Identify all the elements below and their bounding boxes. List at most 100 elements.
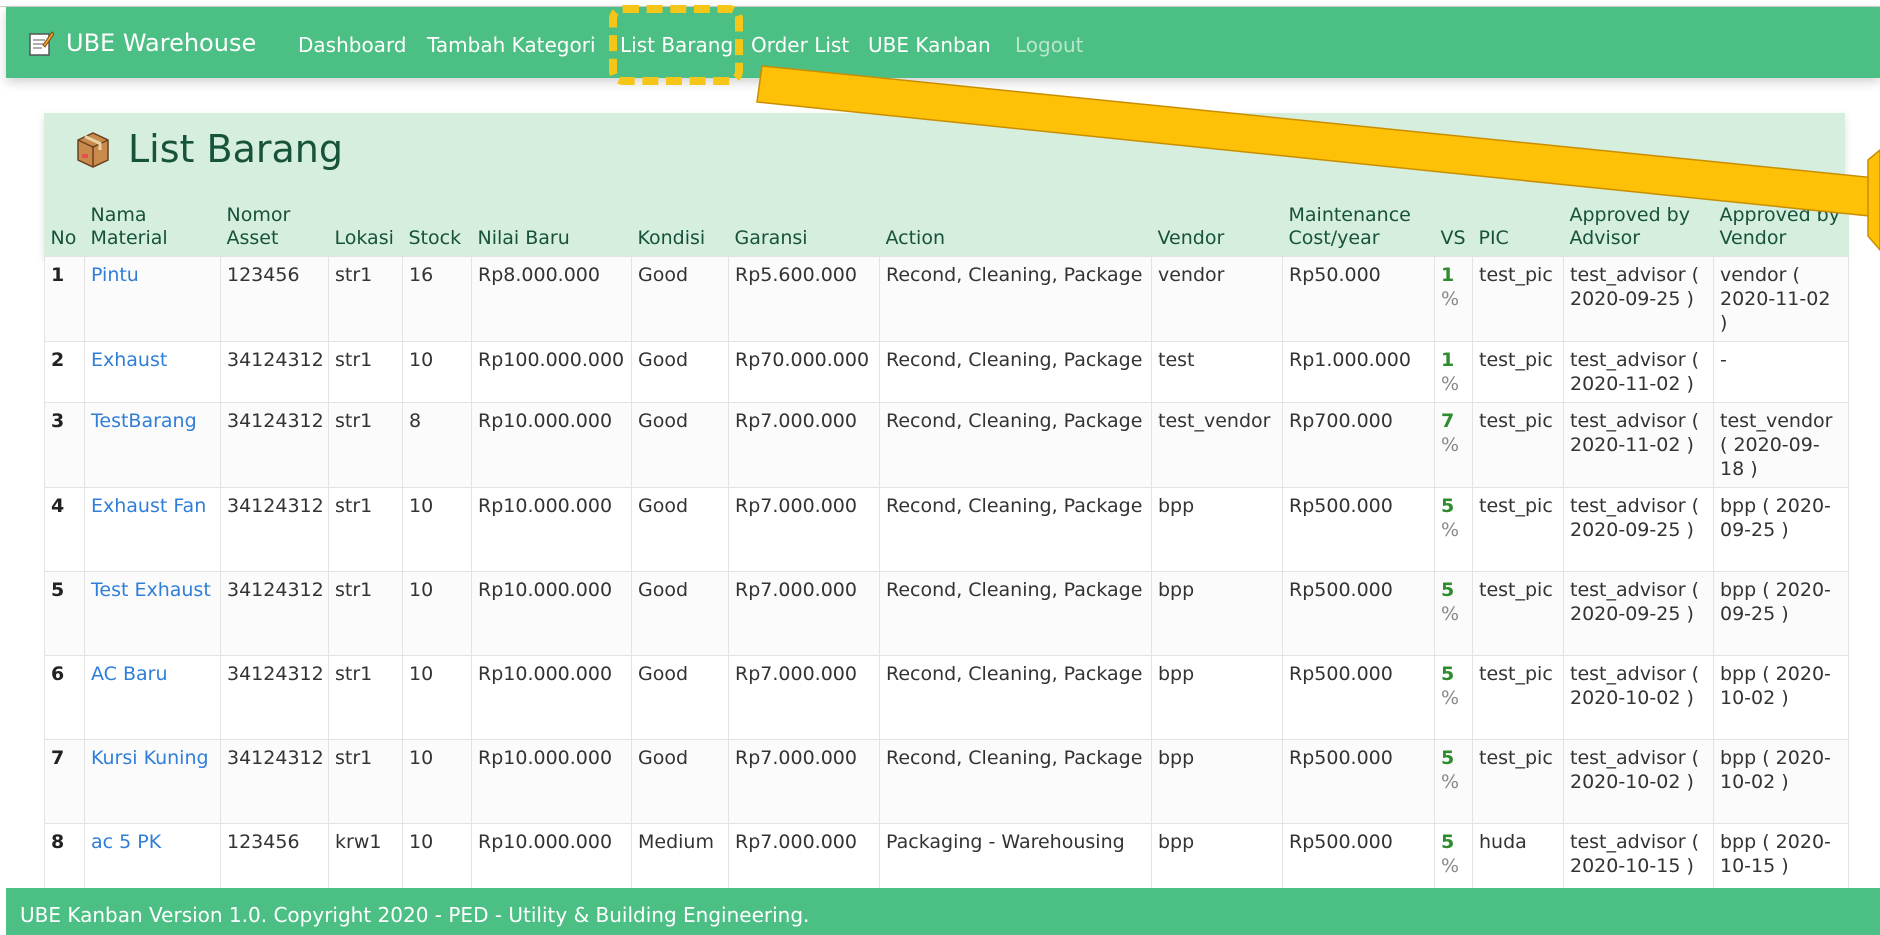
package-icon	[72, 128, 114, 170]
cell-action: Recond, Cleaning, Package	[879, 739, 1152, 824]
cell-vendor: test_vendor	[1151, 402, 1283, 488]
nav-order-list[interactable]: Order List	[751, 33, 849, 57]
cell-garansi: Rp7.000.000	[728, 739, 880, 824]
cell-no: 4	[44, 487, 85, 572]
nav-list-barang[interactable]: List Barang	[620, 33, 733, 57]
material-link[interactable]: TestBarang	[91, 410, 197, 432]
cell-approved-advisor: test_advisor ( 2020-09-25 )	[1563, 571, 1714, 656]
cell-nilai: Rp8.000.000	[471, 256, 632, 342]
col-header-nama-material[interactable]: Nama Material	[84, 198, 221, 257]
vs-unit: %	[1441, 603, 1460, 625]
vs-unit: %	[1441, 373, 1460, 395]
nav-ube-kanban[interactable]: UBE Kanban	[868, 33, 991, 57]
cell-kondisi: Good	[631, 402, 729, 488]
vs-unit: %	[1441, 288, 1460, 310]
cell-action: Recond, Cleaning, Package	[879, 487, 1152, 572]
cell-approved-vendor: test_vendor ( 2020-09-18 )	[1713, 402, 1849, 488]
cell-approved-vendor: -	[1713, 341, 1849, 403]
cell-vs: 5%	[1434, 739, 1473, 824]
cell-garansi: Rp7.000.000	[728, 487, 880, 572]
material-link[interactable]: ac 5 PK	[91, 831, 161, 853]
brand[interactable]: UBE Warehouse	[28, 29, 256, 57]
cell-kondisi: Good	[631, 655, 729, 740]
nav-tambah-kategori[interactable]: Tambah Kategori	[427, 33, 596, 57]
cell-action: Recond, Cleaning, Package	[879, 402, 1152, 488]
cell-no: 7	[44, 739, 85, 824]
col-header-vendor[interactable]: Vendor	[1151, 198, 1283, 257]
vs-value: 5	[1441, 579, 1455, 601]
window-top-edge	[0, 0, 1880, 7]
cell-maintenance: Rp1.000.000	[1282, 341, 1435, 403]
cell-garansi: Rp7.000.000	[728, 655, 880, 740]
col-header-vs[interactable]: VS	[1434, 198, 1473, 257]
material-link[interactable]: Exhaust Fan	[91, 495, 206, 517]
table-header-row: No Nama Material Nomor Asset Lokasi Stoc…	[44, 198, 1849, 257]
cell-pic: test_pic	[1472, 739, 1564, 824]
col-header-kondisi[interactable]: Kondisi	[631, 198, 729, 257]
cell-lokasi: str1	[328, 571, 403, 656]
cell-approved-advisor: test_advisor ( 2020-09-25 )	[1563, 256, 1714, 342]
cell-no: 2	[44, 341, 85, 403]
cell-pic: test_pic	[1472, 341, 1564, 403]
cell-approved-vendor: vendor ( 2020-11-02 )	[1713, 256, 1849, 342]
vs-value: 7	[1441, 410, 1455, 432]
cell-vs: 5%	[1434, 487, 1473, 572]
memo-icon	[28, 29, 55, 57]
nav-logout[interactable]: Logout	[1015, 33, 1083, 57]
col-header-approved-advisor[interactable]: Approved by Advisor	[1563, 198, 1714, 257]
cell-nilai: Rp10.000.000	[471, 571, 632, 656]
col-header-action[interactable]: Action	[879, 198, 1152, 257]
cell-vs: 5%	[1434, 571, 1473, 656]
cell-approved-advisor: test_advisor ( 2020-09-25 )	[1563, 487, 1714, 572]
cell-vendor: vendor	[1151, 256, 1283, 342]
cell-no: 1	[44, 256, 85, 342]
cell-nilai: Rp10.000.000	[471, 655, 632, 740]
cell-kondisi: Good	[631, 341, 729, 403]
cell-lokasi: str1	[328, 487, 403, 572]
nav-dashboard[interactable]: Dashboard	[298, 33, 407, 57]
col-header-no[interactable]: No	[44, 198, 85, 257]
col-header-nilai-baru[interactable]: Nilai Baru	[471, 198, 632, 257]
vs-unit: %	[1441, 855, 1460, 877]
cell-approved-advisor: test_advisor ( 2020-11-02 )	[1563, 402, 1714, 488]
col-header-lokasi[interactable]: Lokasi	[328, 198, 403, 257]
cell-maintenance: Rp500.000	[1282, 739, 1435, 824]
arrow-head	[1867, 149, 1880, 252]
table-row: 4 Exhaust Fan 34124312 str1 10 Rp10.000.…	[44, 487, 1849, 572]
cell-maintenance: Rp500.000	[1282, 655, 1435, 740]
cell-action: Recond, Cleaning, Package	[879, 571, 1152, 656]
col-header-garansi[interactable]: Garansi	[728, 198, 880, 257]
material-link[interactable]: AC Baru	[91, 663, 168, 685]
cell-nama: Test Exhaust	[84, 571, 221, 656]
table-row: 2 Exhaust 34124312 str1 10 Rp100.000.000…	[44, 341, 1849, 403]
cell-garansi: Rp70.000.000	[728, 341, 880, 403]
cell-garansi: Rp5.600.000	[728, 256, 880, 342]
vs-value: 1	[1441, 264, 1455, 286]
cell-garansi: Rp7.000.000	[728, 402, 880, 488]
cell-nama: Exhaust Fan	[84, 487, 221, 572]
vs-value: 5	[1441, 831, 1455, 853]
col-header-stock[interactable]: Stock	[402, 198, 472, 257]
vs-value: 5	[1441, 495, 1455, 517]
footer: UBE Kanban Version 1.0. Copyright 2020 -…	[6, 888, 1880, 935]
material-link[interactable]: Exhaust	[91, 349, 167, 371]
material-link[interactable]: Test Exhaust	[91, 579, 211, 601]
cell-approved-advisor: test_advisor ( 2020-10-02 )	[1563, 739, 1714, 824]
table-row: 6 AC Baru 34124312 str1 10 Rp10.000.000 …	[44, 655, 1849, 740]
table-row: 7 Kursi Kuning 34124312 str1 10 Rp10.000…	[44, 739, 1849, 824]
cell-nomor: 34124312	[220, 655, 329, 740]
col-header-approved-vendor[interactable]: Approved by Vendor	[1713, 198, 1849, 257]
cell-approved-vendor: bpp ( 2020-09-25 )	[1713, 571, 1849, 656]
cell-stock: 10	[402, 655, 472, 740]
material-link[interactable]: Kursi Kuning	[91, 747, 209, 769]
col-header-pic[interactable]: PIC	[1472, 198, 1564, 257]
cell-maintenance: Rp50.000	[1282, 256, 1435, 342]
material-link[interactable]: Pintu	[91, 264, 139, 286]
col-header-maintenance-cost[interactable]: Maintenance Cost/year	[1282, 198, 1435, 257]
cell-kondisi: Good	[631, 739, 729, 824]
col-header-nomor-asset[interactable]: Nomor Asset	[220, 198, 329, 257]
cell-nomor: 34124312	[220, 341, 329, 403]
table-row: 5 Test Exhaust 34124312 str1 10 Rp10.000…	[44, 571, 1849, 656]
cell-vendor: bpp	[1151, 739, 1283, 824]
cell-pic: test_pic	[1472, 655, 1564, 740]
